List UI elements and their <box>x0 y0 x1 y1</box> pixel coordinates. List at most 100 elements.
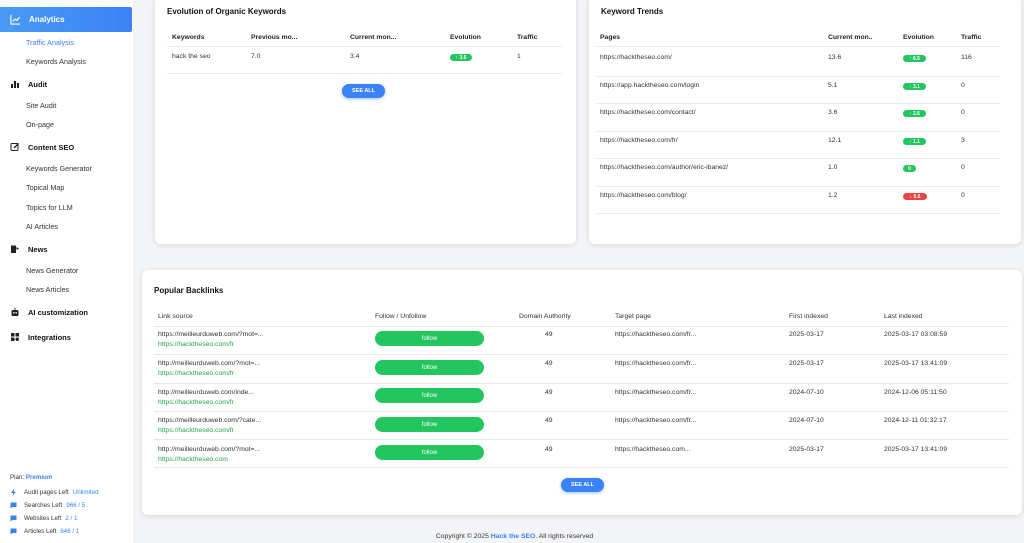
robot-icon <box>10 307 20 317</box>
column-header[interactable]: Domain Authority <box>519 313 571 320</box>
divider <box>597 186 1000 187</box>
divider <box>154 383 1009 384</box>
chart-line-icon <box>10 14 21 25</box>
target-page[interactable]: https://hacktheseo.com/fr... <box>615 331 696 338</box>
sidebar-sub-news-generator[interactable]: News Generator <box>26 266 78 275</box>
column-header[interactable]: Link source <box>158 313 193 320</box>
follow-button[interactable]: follow <box>375 331 484 346</box>
column-header[interactable]: Traffic <box>961 34 981 41</box>
evolution-badge: ↑ 2.6 <box>903 110 926 117</box>
sidebar-sub-topical-map[interactable]: Topical Map <box>26 183 64 192</box>
link-source[interactable]: https://meilleurduweb.com/?cate... <box>158 417 261 424</box>
table-cell[interactable]: https://hacktheseo.com/ <box>600 54 672 61</box>
edit-icon <box>10 142 20 152</box>
sidebar-item-ai-customization[interactable]: AI customization <box>10 307 88 317</box>
sidebar-item-news[interactable]: News <box>10 244 48 254</box>
column-header[interactable]: First indexed <box>789 313 828 320</box>
sidebar: Analytics Traffic Analysis Keywords Anal… <box>0 0 133 543</box>
last-indexed: 2025-03-17 13:41:09 <box>884 446 948 453</box>
anchor-link[interactable]: https://hacktheseo.com <box>158 456 228 463</box>
follow-button[interactable]: follow <box>375 360 484 375</box>
footer-brand-link[interactable]: Hack the SEO <box>491 533 536 540</box>
sidebar-sub-on-page[interactable]: On-page <box>26 120 54 129</box>
link-source[interactable]: http://meilleurduweb.com/?mot=... <box>158 360 260 367</box>
divider <box>154 439 1009 440</box>
sidebar-sub-keywords-analysis[interactable]: Keywords Analysis <box>26 57 86 66</box>
link-source[interactable]: http://meilleurduweb.com/?mot=... <box>158 446 260 453</box>
table-cell[interactable]: https://hacktheseo.com/blog/ <box>600 192 687 199</box>
table-cell[interactable]: https://hacktheseo.com/author/eric-ibane… <box>600 164 728 171</box>
column-header[interactable]: Last indexed <box>884 313 923 320</box>
last-indexed: 2024-12-06 05:11:50 <box>884 389 947 396</box>
plan-label: Plan: <box>10 474 25 481</box>
table-cell: 12.1 <box>828 137 842 144</box>
domain-authority: 49 <box>545 360 553 367</box>
usage-value: 966 / 5 <box>66 502 86 509</box>
column-header[interactable]: Follow / Unfollow <box>375 313 426 320</box>
column-header[interactable]: Previous mo... <box>251 34 297 41</box>
table-cell: 3 <box>961 137 965 144</box>
link-source[interactable]: https://meilleurduweb.com/?mot=... <box>158 331 264 338</box>
column-header[interactable]: Traffic <box>517 34 537 41</box>
table-cell: 0 <box>961 82 965 89</box>
follow-button[interactable]: follow <box>375 445 484 460</box>
follow-button[interactable]: follow <box>375 388 484 403</box>
divider <box>154 467 1009 468</box>
link-source[interactable]: http://meilleurduweb.com/inde... <box>158 389 254 396</box>
first-indexed: 2025-03-17 <box>789 331 824 338</box>
card-title: Popular Backlinks <box>154 286 224 295</box>
evolution-badge: ↑ 6.5 <box>903 55 926 62</box>
see-all-button[interactable]: SEE ALL <box>342 84 385 98</box>
table-cell[interactable]: https://app.hacktheseo.com/login <box>600 82 699 89</box>
organic-keywords-card: Evolution of Organic Keywords Keywords P… <box>155 0 576 244</box>
footer-suffix: . All rights reserved <box>535 533 594 540</box>
anchor-link[interactable]: https://hacktheseo.com/fr <box>158 427 234 434</box>
table-cell: 5.1 <box>828 82 838 89</box>
sidebar-item-analytics[interactable]: Analytics <box>0 7 132 32</box>
target-page[interactable]: https://hacktheseo.com/fr... <box>615 360 696 367</box>
table-cell: 1.2 <box>828 192 838 199</box>
target-page[interactable]: https://hacktheseo.com... <box>615 446 691 453</box>
column-header[interactable]: Keywords <box>172 34 204 41</box>
sidebar-sub-news-articles[interactable]: News Articles <box>26 285 69 294</box>
usage-label: Searches Left <box>24 502 63 509</box>
anchor-link[interactable]: https://hacktheseo.com/fr <box>158 370 234 377</box>
domain-authority: 49 <box>545 331 553 338</box>
divider <box>597 213 1000 214</box>
sidebar-item-audit[interactable]: Audit <box>10 79 47 89</box>
column-header[interactable]: Evolution <box>450 34 481 41</box>
sidebar-item-content-seo[interactable]: Content SEO <box>10 142 74 152</box>
divider <box>597 46 1000 47</box>
divider <box>597 76 1000 77</box>
sidebar-item-integrations[interactable]: Integrations <box>10 332 71 342</box>
column-header[interactable]: Current mon... <box>350 34 396 41</box>
sidebar-sub-traffic-analysis[interactable]: Traffic Analysis <box>26 38 74 47</box>
sidebar-sub-site-audit[interactable]: Site Audit <box>26 101 56 110</box>
column-header[interactable]: Pages <box>600 34 620 41</box>
copyright-footer: Copyright © 2025 Hack the SEO. All right… <box>0 533 1024 540</box>
target-page[interactable]: https://hacktheseo.com/fr... <box>615 389 696 396</box>
sidebar-sub-keywords-generator[interactable]: Keywords Generator <box>26 164 92 173</box>
see-all-button[interactable]: SEE ALL <box>561 478 604 492</box>
column-header[interactable]: Evolution <box>903 34 934 41</box>
target-page[interactable]: https://hacktheseo.com/fr... <box>615 417 696 424</box>
follow-button[interactable]: follow <box>375 417 484 432</box>
usage-value: Unlimited <box>72 489 99 496</box>
table-cell: 116 <box>961 54 972 61</box>
sidebar-sub-topics-for-llm[interactable]: Topics for LLM <box>26 203 73 212</box>
last-indexed: 2024-12-11 01:32:17 <box>884 417 947 424</box>
evolution-badge: ↓ 0.6 <box>903 193 927 200</box>
table-cell[interactable]: https://hacktheseo.com/fr/ <box>600 137 678 144</box>
column-header[interactable]: Current mon.. <box>828 34 873 41</box>
audit-icon <box>10 79 20 89</box>
column-header[interactable]: Target page <box>615 313 651 320</box>
blocks-icon <box>10 332 20 342</box>
keyword-trends-card: Keyword Trends Pages Current mon.. Evolu… <box>589 0 1021 244</box>
anchor-link[interactable]: https://hacktheseo.com/fr <box>158 341 234 348</box>
sidebar-sub-ai-articles[interactable]: AI Articles <box>26 222 58 231</box>
anchor-link[interactable]: https://hacktheseo.com/fr <box>158 399 234 406</box>
first-indexed: 2025-03-17 <box>789 446 824 453</box>
first-indexed: 2025-03-17 <box>789 360 824 367</box>
table-cell[interactable]: https://hacktheseo.com/contact/ <box>600 109 696 116</box>
card-title: Evolution of Organic Keywords <box>167 7 287 16</box>
